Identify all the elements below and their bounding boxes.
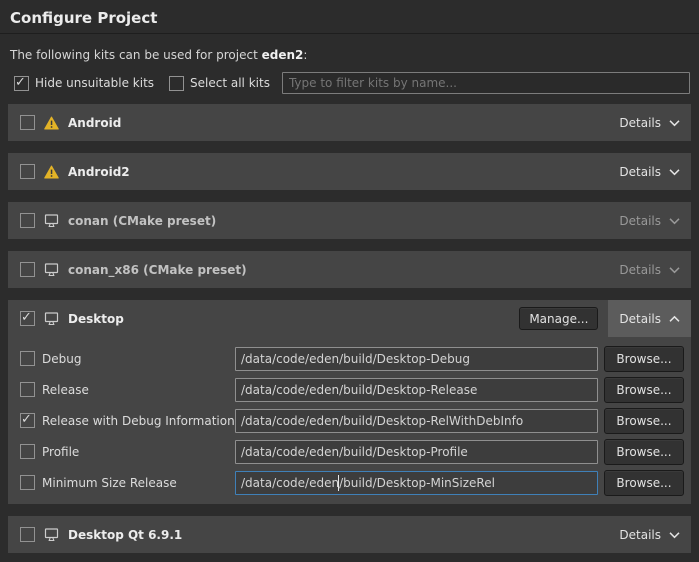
details-toggle[interactable]: Details <box>608 516 691 553</box>
details-label: Details <box>619 312 661 326</box>
kit-row-android: Android Details <box>8 104 691 141</box>
warning-icon <box>44 116 59 130</box>
browse-button[interactable]: Browse... <box>604 408 684 434</box>
kit-checkbox[interactable] <box>20 115 35 130</box>
kit-name: Android <box>68 116 121 130</box>
hide-unsuitable-label[interactable]: Hide unsuitable kits <box>35 76 154 90</box>
details-toggle[interactable]: Details <box>608 104 691 141</box>
intro-text: The following kits can be used for proje… <box>0 34 699 62</box>
config-label: Debug <box>42 352 235 366</box>
details-toggle[interactable]: Details <box>608 300 691 337</box>
details-label: Details <box>619 214 661 228</box>
build-dir-input[interactable] <box>235 378 598 402</box>
filter-row: Hide unsuitable kits Select all kits <box>0 72 699 94</box>
kit-name: conan_x86 (CMake preset) <box>68 263 247 277</box>
manage-button[interactable]: Manage... <box>519 307 598 330</box>
kit-checkbox[interactable] <box>20 262 35 277</box>
page-title: Configure Project <box>0 0 699 34</box>
config-label: Release with Debug Information <box>42 414 235 428</box>
build-dir-wrap <box>235 440 598 464</box>
desktop-icon <box>44 528 59 542</box>
config-checkbox[interactable] <box>20 475 35 490</box>
desktop-icon <box>44 312 59 326</box>
kit-row-desktop: Desktop Manage... Details <box>8 300 691 337</box>
browse-button[interactable]: Browse... <box>604 470 684 496</box>
config-row-profile: Profile Browse... <box>8 436 691 467</box>
text-cursor <box>338 475 339 491</box>
kit-checkbox[interactable] <box>20 164 35 179</box>
config-label: Release <box>42 383 235 397</box>
kit-row-android2: Android2 Details <box>8 153 691 190</box>
warning-icon <box>44 165 59 179</box>
kit-checkbox[interactable] <box>20 527 35 542</box>
kit-name: conan (CMake preset) <box>68 214 216 228</box>
config-label: Profile <box>42 445 235 459</box>
kit-list: Android Details Android2 Details con <box>0 104 699 553</box>
kit-panel-desktop: Desktop Manage... Details Debug Browse..… <box>8 300 691 504</box>
build-dir-input[interactable] <box>235 347 598 371</box>
config-checkbox[interactable] <box>20 444 35 459</box>
kit-checkbox[interactable] <box>20 311 35 326</box>
kit-row-desktop-qt: Desktop Qt 6.9.1 Details <box>8 516 691 553</box>
config-checkbox[interactable] <box>20 382 35 397</box>
details-label: Details <box>619 116 661 130</box>
chevron-down-icon <box>669 217 680 225</box>
chevron-down-icon <box>669 119 680 127</box>
config-checkbox[interactable] <box>20 413 35 428</box>
chevron-up-icon <box>669 315 680 323</box>
browse-button[interactable]: Browse... <box>604 346 684 372</box>
build-dir-wrap <box>235 347 598 371</box>
config-checkbox[interactable] <box>20 351 35 366</box>
details-label: Details <box>619 263 661 277</box>
details-label: Details <box>619 165 661 179</box>
intro-suffix: : <box>303 48 307 62</box>
project-name: eden2 <box>262 48 304 62</box>
select-all-checkbox[interactable] <box>169 76 184 91</box>
intro-prefix: The following kits can be used for proje… <box>10 48 262 62</box>
config-row-minsizerel: Minimum Size Release Browse... <box>8 467 691 498</box>
build-dir-input[interactable] <box>235 471 598 495</box>
build-dir-wrap <box>235 409 598 433</box>
config-row-relwithdebinfo: Release with Debug Information Browse... <box>8 405 691 436</box>
kit-name: Desktop Qt 6.9.1 <box>68 528 182 542</box>
chevron-down-icon <box>669 531 680 539</box>
hide-unsuitable-checkbox[interactable] <box>14 76 29 91</box>
configure-project-page: Configure Project The following kits can… <box>0 0 699 562</box>
config-label: Minimum Size Release <box>42 476 235 490</box>
build-dir-wrap <box>235 471 598 495</box>
build-dir-input[interactable] <box>235 409 598 433</box>
kit-name: Android2 <box>68 165 130 179</box>
details-toggle[interactable]: Details <box>608 153 691 190</box>
details-toggle[interactable]: Details <box>608 251 691 288</box>
select-all-label[interactable]: Select all kits <box>190 76 270 90</box>
details-label: Details <box>619 528 661 542</box>
config-row-debug: Debug Browse... <box>8 343 691 374</box>
browse-button[interactable]: Browse... <box>604 439 684 465</box>
build-dir-wrap <box>235 378 598 402</box>
config-row-release: Release Browse... <box>8 374 691 405</box>
browse-button[interactable]: Browse... <box>604 377 684 403</box>
build-config-list: Debug Browse... Release Browse... <box>8 337 691 504</box>
kit-row-conan-x86: conan_x86 (CMake preset) Details <box>8 251 691 288</box>
kit-checkbox[interactable] <box>20 213 35 228</box>
details-toggle[interactable]: Details <box>608 202 691 239</box>
kit-filter-input[interactable] <box>282 72 690 94</box>
chevron-down-icon <box>669 168 680 176</box>
chevron-down-icon <box>669 266 680 274</box>
build-dir-input[interactable] <box>235 440 598 464</box>
desktop-icon <box>44 263 59 277</box>
kit-row-conan: conan (CMake preset) Details <box>8 202 691 239</box>
desktop-icon <box>44 214 59 228</box>
kit-name: Desktop <box>68 312 124 326</box>
